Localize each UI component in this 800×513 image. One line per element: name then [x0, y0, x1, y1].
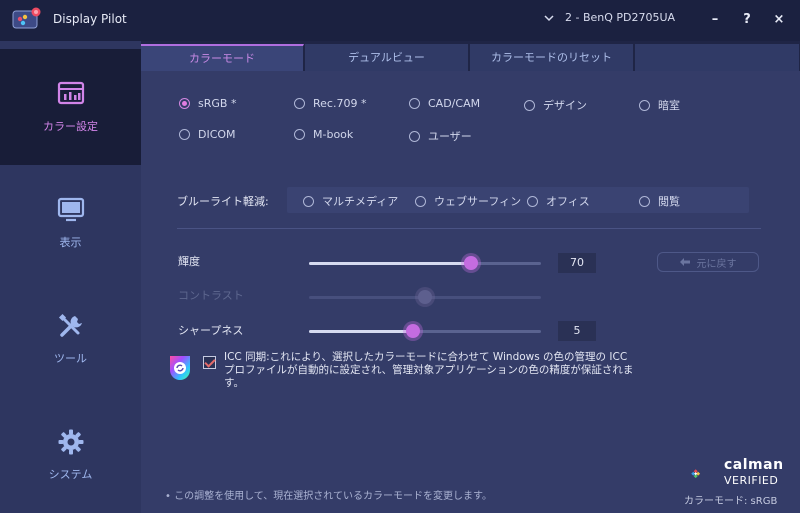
radio-label: sRGB * — [198, 97, 237, 110]
slider-fill — [309, 330, 413, 333]
radio-mbook[interactable]: M-book — [294, 128, 353, 141]
slider-handle[interactable] — [406, 324, 420, 338]
sharpness-value[interactable]: 5 — [558, 321, 596, 341]
radio-design[interactable]: デザイン — [524, 97, 587, 113]
slider-handle — [418, 290, 432, 304]
color-mode-panel: sRGB * Rec.709 * CAD/CAM デザイン 暗室 DICOM M… — [141, 71, 800, 513]
title-bar: Display Pilot 2 - BenQ PD2705UA – ? × — [0, 0, 800, 41]
radio-dot — [294, 98, 305, 109]
blue-light-label: ブルーライト軽減: — [177, 195, 269, 208]
tab-color-mode-reset[interactable]: カラーモードのリセット — [470, 44, 634, 71]
radio-label: CAD/CAM — [428, 97, 481, 110]
sidebar-item-tools[interactable]: ツール — [0, 281, 141, 397]
contrast-slider — [309, 290, 541, 304]
chevron-down-icon — [544, 14, 554, 21]
tab-bar: カラーモード デュアルビュー カラーモードのリセット — [141, 41, 800, 71]
radio-dot — [527, 195, 538, 207]
app-logo-icon — [12, 7, 41, 29]
gear-icon — [58, 429, 83, 455]
radio-dot — [409, 98, 420, 109]
sidebar: カラー設定 表示 ツール システム — [0, 41, 141, 513]
slider-handle[interactable] — [464, 256, 478, 270]
monitor-selector[interactable]: 2 - BenQ PD2705UA — [543, 11, 675, 24]
sharpness-slider[interactable] — [309, 324, 541, 338]
radio-dot — [409, 130, 420, 142]
radio-dot — [303, 195, 314, 207]
radio-darkroom[interactable]: 暗室 — [639, 97, 680, 113]
monitor-icon — [57, 197, 84, 222]
undo-button-label: 元に戻す — [696, 258, 737, 270]
radio-label: DICOM — [198, 128, 236, 141]
calman-wordmark: calman — [724, 457, 784, 473]
radio-label: ユーザー — [428, 130, 472, 143]
radio-reading[interactable]: 閲覧 — [639, 193, 680, 209]
help-button[interactable]: ? — [737, 10, 757, 30]
radio-user[interactable]: ユーザー — [409, 128, 472, 144]
radio-label: M-book — [313, 128, 354, 141]
radio-label: デザイン — [543, 99, 587, 112]
icc-sync-description: ICC 同期:これにより、選択したカラーモードに合わせて Windows の色の… — [224, 351, 634, 389]
minimize-button[interactable]: – — [705, 10, 725, 30]
radio-label: ウェブサーフィン — [434, 195, 522, 208]
current-color-mode-status: カラーモード: sRGB — [684, 496, 778, 507]
sidebar-item-label: ツール — [54, 352, 87, 365]
close-button[interactable]: × — [769, 10, 789, 30]
radio-dot — [179, 98, 190, 109]
slider-fill — [309, 262, 471, 265]
tab-empty — [635, 44, 800, 71]
radio-label: マルチメディア — [322, 195, 399, 208]
brightness-slider[interactable] — [309, 256, 541, 270]
radio-multimedia[interactable]: マルチメディア — [303, 193, 398, 209]
radio-dot — [639, 99, 650, 111]
sidebar-item-label: カラー設定 — [43, 120, 98, 133]
tab-color-mode[interactable]: カラーモード — [141, 44, 304, 71]
tab-dual-view[interactable]: デュアルビュー — [305, 44, 469, 71]
radio-web-surfing[interactable]: ウェブサーフィン — [415, 193, 521, 209]
sidebar-item-label: 表示 — [59, 236, 82, 249]
radio-dot — [524, 99, 535, 111]
icc-sync-icon — [170, 356, 190, 380]
radio-label: オフィス — [546, 195, 590, 208]
monitor-name: 2 - BenQ PD2705UA — [565, 11, 676, 24]
sidebar-item-system[interactable]: システム — [0, 397, 141, 513]
tools-icon — [58, 313, 82, 337]
calman-verified-label: VERIFIED — [724, 474, 779, 487]
sidebar-item-display[interactable]: 表示 — [0, 165, 141, 281]
calman-logo-icon — [691, 469, 701, 479]
main-content: カラーモード デュアルビュー カラーモードのリセット sRGB * Rec.70… — [141, 41, 800, 513]
radio-dot — [294, 129, 305, 140]
app-title: Display Pilot — [53, 12, 127, 26]
color-settings-icon — [57, 81, 84, 105]
undo-button[interactable]: 元に戻す — [657, 252, 759, 272]
back-arrow-icon — [679, 257, 690, 266]
icc-sync-checkbox[interactable] — [203, 356, 216, 369]
radio-srgb[interactable]: sRGB * — [179, 97, 236, 110]
radio-label: 暗室 — [658, 99, 680, 112]
radio-dot — [179, 129, 190, 140]
radio-cadcam[interactable]: CAD/CAM — [409, 97, 480, 110]
radio-label: Rec.709 * — [313, 97, 367, 110]
section-divider — [177, 228, 761, 229]
radio-label: 閲覧 — [658, 195, 680, 208]
radio-dot — [415, 195, 426, 207]
footer-note: • この調整を使用して、現在選択されているカラーモードを変更します。 — [165, 491, 492, 502]
radio-dot — [639, 195, 650, 207]
sidebar-item-color-settings[interactable]: カラー設定 — [0, 49, 141, 165]
contrast-label: コントラスト — [178, 289, 244, 302]
brightness-value[interactable]: 70 — [558, 253, 596, 273]
sharpness-label: シャープネス — [178, 324, 244, 337]
brightness-label: 輝度 — [178, 255, 200, 268]
radio-dicom[interactable]: DICOM — [179, 128, 236, 141]
radio-office[interactable]: オフィス — [527, 193, 590, 209]
sidebar-item-label: システム — [48, 468, 93, 481]
radio-rec709[interactable]: Rec.709 * — [294, 97, 366, 110]
